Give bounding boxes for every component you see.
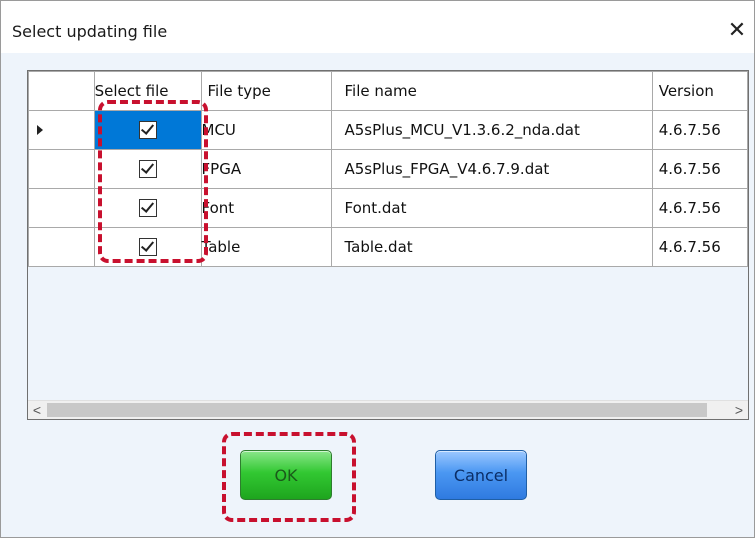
file-type-cell: Table <box>200 227 333 267</box>
row-header[interactable] <box>28 188 95 228</box>
select-file-cell[interactable] <box>93 188 202 228</box>
close-icon[interactable]: ✕ <box>722 15 752 45</box>
scrollbar-thumb[interactable] <box>47 403 707 417</box>
dialog-title: Select updating file <box>12 22 168 41</box>
file-name-cell: A5sPlus_FPGA_V4.6.7.9.dat <box>331 149 653 189</box>
column-header-file-type[interactable]: File type <box>200 71 333 111</box>
version-cell: 4.6.7.56 <box>651 149 748 189</box>
table-row[interactable]: Table Table.dat 4.6.7.56 <box>28 227 748 267</box>
file-type-cell: FPGA <box>200 149 333 189</box>
select-file-checkbox[interactable] <box>138 199 157 218</box>
column-header-select-file[interactable]: Select file <box>93 71 202 111</box>
column-header-version[interactable]: Version <box>651 71 748 111</box>
ok-button[interactable]: OK <box>240 450 332 500</box>
select-file-cell[interactable] <box>93 227 202 267</box>
select-file-checkbox[interactable] <box>138 160 157 179</box>
row-header[interactable] <box>28 149 95 189</box>
file-name-cell: Font.dat <box>331 188 653 228</box>
row-header[interactable] <box>28 110 95 150</box>
row-header-corner <box>28 71 95 111</box>
version-cell: 4.6.7.56 <box>651 227 748 267</box>
file-table: Select file File type File name Version … <box>28 71 748 267</box>
select-updating-file-dialog: Select updating file ✕ Select file File … <box>0 0 755 538</box>
select-file-checkbox[interactable] <box>138 238 157 257</box>
title-bar: Select updating file ✕ <box>1 1 754 53</box>
select-file-cell[interactable] <box>93 149 202 189</box>
version-cell: 4.6.7.56 <box>651 188 748 228</box>
row-header[interactable] <box>28 227 95 267</box>
table-row[interactable]: Font Font.dat 4.6.7.56 <box>28 188 748 228</box>
version-cell: 4.6.7.56 <box>651 110 748 150</box>
horizontal-scrollbar[interactable]: < > <box>28 400 748 419</box>
file-grid: Select file File type File name Version … <box>27 70 749 420</box>
cancel-button[interactable]: Cancel <box>435 450 527 500</box>
file-name-cell: A5sPlus_MCU_V1.3.6.2_nda.dat <box>331 110 653 150</box>
scroll-right-icon[interactable]: > <box>730 401 748 419</box>
file-name-cell: Table.dat <box>331 227 653 267</box>
current-row-arrow-icon <box>37 125 43 135</box>
column-header-file-name[interactable]: File name <box>331 71 653 111</box>
select-file-cell[interactable] <box>93 110 202 150</box>
file-type-cell: MCU <box>200 110 333 150</box>
select-file-checkbox[interactable] <box>138 121 157 140</box>
table-row[interactable]: FPGA A5sPlus_FPGA_V4.6.7.9.dat 4.6.7.56 <box>28 149 748 189</box>
table-row[interactable]: MCU A5sPlus_MCU_V1.3.6.2_nda.dat 4.6.7.5… <box>28 110 748 150</box>
file-type-cell: Font <box>200 188 333 228</box>
header-row: Select file File type File name Version <box>28 71 748 111</box>
scroll-left-icon[interactable]: < <box>28 401 46 419</box>
